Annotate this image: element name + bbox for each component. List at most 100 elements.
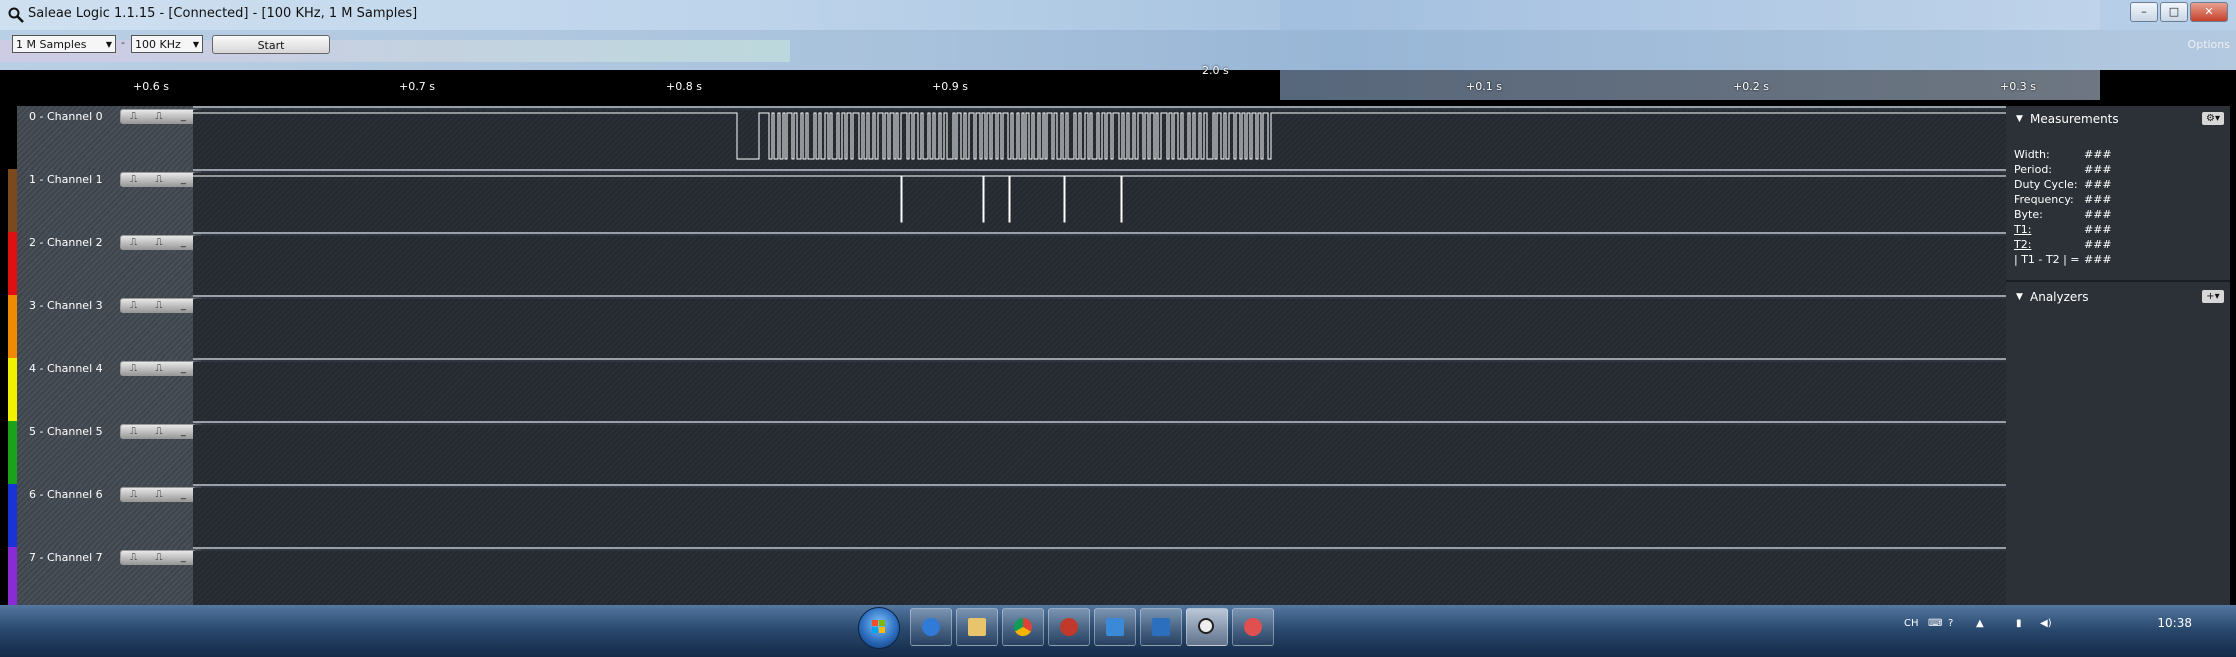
maximize-button[interactable]: □: [2160, 2, 2188, 22]
measurement-key: Duty Cycle:: [2014, 178, 2078, 191]
waveform: [193, 175, 2006, 223]
volume-icon[interactable]: ◀): [2040, 618, 2052, 629]
none-trigger-icon[interactable]: _: [181, 489, 186, 500]
measurement-row: Frequency: ###: [2014, 193, 2112, 206]
language-indicator[interactable]: CH: [1904, 618, 1919, 629]
none-trigger-icon[interactable]: _: [181, 300, 186, 311]
channel-trace[interactable]: [193, 547, 2006, 610]
trigger-buttons[interactable]: ⎍ ⎍ _: [120, 424, 196, 439]
channel-trace[interactable]: [193, 484, 2006, 547]
channel-trace[interactable]: [193, 169, 2006, 232]
measurement-value: ###: [2084, 223, 2112, 236]
channel-color-strip: [8, 484, 17, 547]
rising-edge-icon[interactable]: ⎍: [130, 300, 137, 311]
analyzers-header[interactable]: ▼ Analyzers +▾: [2006, 286, 2230, 308]
rising-edge-icon[interactable]: ⎍: [130, 237, 137, 248]
channel-row: 5 - Channel 5 ⎍ ⎍ _: [8, 421, 2006, 484]
trace-divider: [193, 295, 2006, 297]
keyboard-icon[interactable]: ⌨: [1928, 618, 1942, 629]
none-trigger-icon[interactable]: _: [181, 237, 186, 248]
taskbar-clock[interactable]: 10:38: [2157, 616, 2192, 630]
falling-edge-icon[interactable]: ⎍: [155, 111, 162, 122]
none-trigger-icon[interactable]: _: [181, 552, 186, 563]
taskbar-app-icon[interactable]: [1232, 608, 1274, 646]
rising-edge-icon[interactable]: ⎍: [130, 552, 137, 563]
trigger-buttons[interactable]: ⎍ ⎍ _: [120, 235, 196, 250]
none-trigger-icon[interactable]: _: [181, 426, 186, 437]
rising-edge-icon[interactable]: ⎍: [130, 111, 137, 122]
channel-label[interactable]: 6 - Channel 6: [29, 488, 103, 501]
side-panel: ▼ Measurements ⚙▾ Width: ### Period: ### D…: [2006, 106, 2230, 606]
falling-edge-icon[interactable]: ⎍: [155, 174, 162, 185]
channel-label[interactable]: 7 - Channel 7: [29, 551, 103, 564]
samples-select[interactable]: 1 M Samples ▼: [12, 35, 116, 53]
trigger-buttons[interactable]: ⎍ ⎍ _: [120, 550, 196, 565]
taskbar-chrome-icon[interactable]: [1002, 608, 1044, 646]
none-trigger-icon[interactable]: _: [181, 363, 186, 374]
channel-row: 4 - Channel 4 ⎍ ⎍ _: [8, 358, 2006, 421]
channel-label[interactable]: 1 - Channel 1: [29, 173, 103, 186]
channel-label[interactable]: 3 - Channel 3: [29, 299, 103, 312]
taskbar-app-icon[interactable]: [1048, 608, 1090, 646]
channel-trace[interactable]: [193, 421, 2006, 484]
channel-trace[interactable]: [193, 295, 2006, 358]
channel-trace[interactable]: [193, 232, 2006, 295]
channel-trace[interactable]: [193, 106, 2006, 169]
gear-icon[interactable]: ⚙▾: [2202, 112, 2224, 125]
falling-edge-icon[interactable]: ⎍: [155, 237, 162, 248]
rising-edge-icon[interactable]: ⎍: [130, 174, 137, 185]
trigger-buttons[interactable]: ⎍ ⎍ _: [120, 298, 196, 313]
rate-select[interactable]: 100 KHz ▼: [131, 35, 203, 53]
trace-divider: [193, 232, 2006, 234]
taskbar-app-icon[interactable]: [1140, 608, 1182, 646]
add-analyzer-icon[interactable]: +▾: [2202, 290, 2224, 303]
measurement-key: Period:: [2014, 163, 2053, 176]
measurement-key[interactable]: T2:: [2014, 238, 2031, 251]
help-icon[interactable]: ?: [1948, 618, 1953, 629]
falling-edge-icon[interactable]: ⎍: [155, 489, 162, 500]
channel-label-area: 3 - Channel 3 ⎍ ⎍ _: [17, 295, 201, 358]
measurement-key[interactable]: T1:: [2014, 223, 2031, 236]
channel-label[interactable]: 2 - Channel 2: [29, 236, 103, 249]
taskbar-saleae-icon[interactable]: [1186, 608, 1228, 646]
start-button[interactable]: Start: [212, 35, 330, 54]
ruler-tick: +0.1 s: [1466, 80, 1502, 93]
start-orb-icon[interactable]: [858, 607, 900, 649]
none-trigger-icon[interactable]: _: [181, 111, 186, 122]
channel-label[interactable]: 5 - Channel 5: [29, 425, 103, 438]
channel-trace[interactable]: [193, 358, 2006, 421]
caret-down-icon[interactable]: ▼: [2016, 108, 2023, 130]
trigger-buttons[interactable]: ⎍ ⎍ _: [120, 172, 196, 187]
minimize-button[interactable]: –: [2130, 2, 2158, 22]
taskbar-folder-icon[interactable]: [956, 608, 998, 646]
rate-select-value: 100 KHz: [135, 38, 181, 51]
options-menu[interactable]: Options: [2188, 38, 2230, 51]
channel-color-strip: [8, 232, 17, 295]
rising-edge-icon[interactable]: ⎍: [130, 363, 137, 374]
falling-edge-icon[interactable]: ⎍: [155, 300, 162, 311]
channel-label[interactable]: 0 - Channel 0: [29, 110, 103, 123]
falling-edge-icon[interactable]: ⎍: [155, 426, 162, 437]
trigger-buttons[interactable]: ⎍ ⎍ _: [120, 487, 196, 502]
rising-edge-icon[interactable]: ⎍: [130, 489, 137, 500]
network-icon[interactable]: ▮: [2016, 618, 2022, 629]
rising-edge-icon[interactable]: ⎍: [130, 426, 137, 437]
ruler-tick: +0.9 s: [932, 80, 968, 93]
channel-label-area: 0 - Channel 0 ⎍ ⎍ _: [17, 106, 201, 169]
time-ruler[interactable]: 2.0 s +0.6 s +0.7 s +0.8 s +0.9 s +0.1 s…: [0, 64, 2236, 106]
caret-down-icon[interactable]: ▼: [2016, 286, 2023, 308]
measurement-key: Byte:: [2014, 208, 2043, 221]
none-trigger-icon[interactable]: _: [181, 174, 186, 185]
trigger-buttons[interactable]: ⎍ ⎍ _: [120, 109, 196, 124]
show-hidden-icons-icon[interactable]: ▲: [1976, 618, 1984, 629]
close-button[interactable]: ✕: [2190, 2, 2228, 22]
taskbar-app-icon[interactable]: [1094, 608, 1136, 646]
falling-edge-icon[interactable]: ⎍: [155, 363, 162, 374]
samples-select-value: 1 M Samples: [16, 38, 87, 51]
measurement-row: T2: ###: [2014, 238, 2112, 251]
measurements-header[interactable]: ▼ Measurements ⚙▾: [2006, 108, 2230, 130]
taskbar-ie-icon[interactable]: [910, 608, 952, 646]
channel-label[interactable]: 4 - Channel 4: [29, 362, 103, 375]
falling-edge-icon[interactable]: ⎍: [155, 552, 162, 563]
trigger-buttons[interactable]: ⎍ ⎍ _: [120, 361, 196, 376]
